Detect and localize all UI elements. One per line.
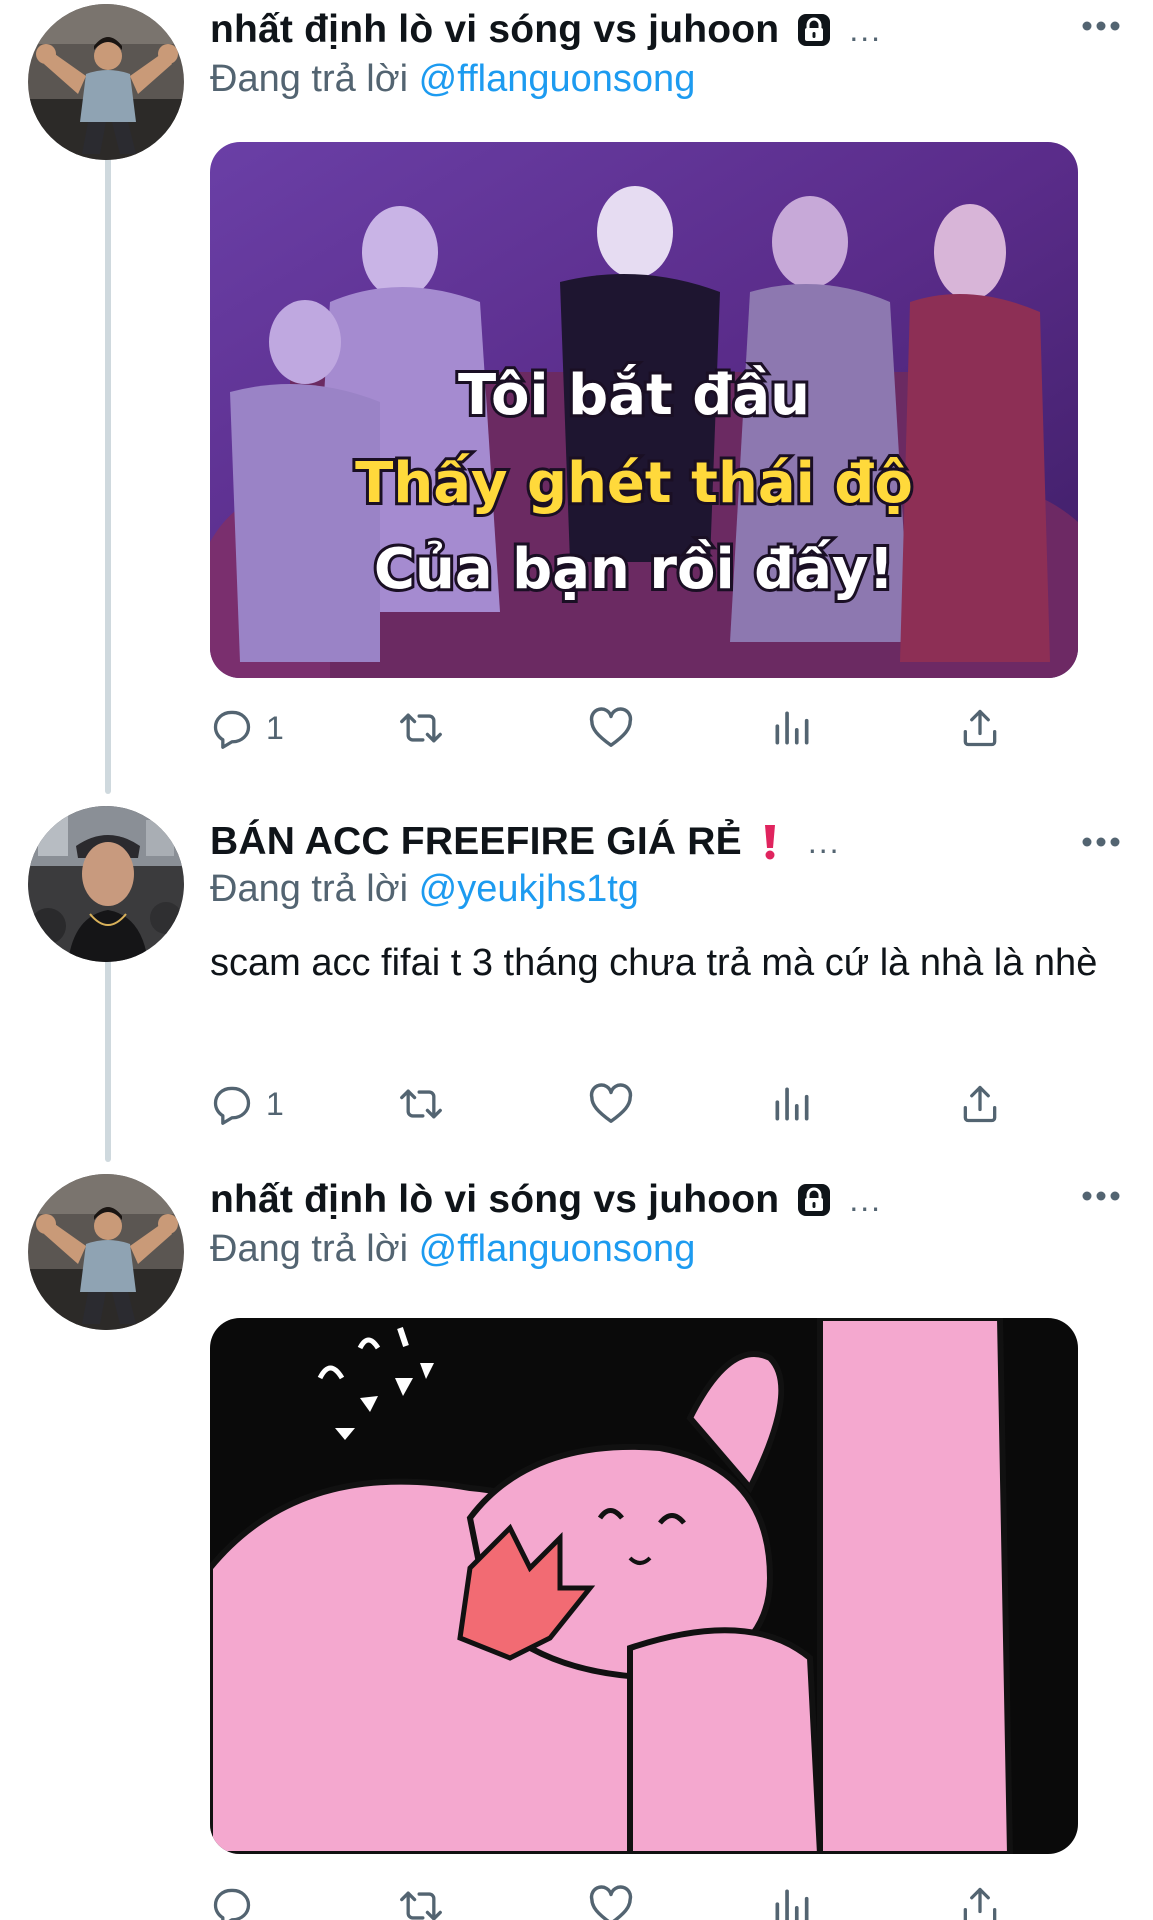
reply-context: Đang trả lời @yeukjhs1tg (210, 868, 639, 911)
reply-prefix: Đang trả lời (210, 868, 409, 910)
lock-icon (797, 13, 831, 47)
tweet-actions: 1 (210, 1074, 1030, 1134)
retweet-button[interactable] (396, 1074, 446, 1134)
media-caption-line-1: Tôi bắt đầu (458, 363, 810, 428)
reply-count: 1 (266, 1085, 284, 1122)
like-icon (588, 1082, 634, 1126)
more-icon[interactable] (1071, 1170, 1131, 1222)
media-caption-line-2: Thấy ghét thái độ (355, 451, 913, 516)
views-icon (770, 1884, 814, 1920)
share-icon (958, 1884, 1002, 1920)
share-button[interactable] (958, 1074, 1002, 1134)
reply-context: Đang trả lời @fflanguonsong (210, 1228, 695, 1271)
reply-prefix: Đang trả lời (210, 1228, 409, 1270)
share-icon (958, 706, 1002, 750)
like-button[interactable] (588, 1876, 634, 1920)
thread-line (105, 946, 111, 1162)
retweet-icon (396, 1082, 446, 1126)
like-icon (588, 1884, 634, 1920)
name-overflow: ... (807, 824, 841, 860)
reply-mention-link[interactable]: @fflanguonsong (419, 58, 696, 100)
reply-button[interactable] (210, 1876, 266, 1920)
like-icon (588, 706, 634, 750)
reply-prefix: Đang trả lời (210, 58, 409, 100)
display-name[interactable]: nhất định lò vi sóng vs juhoon (210, 1178, 779, 1222)
name-overflow: ... (849, 12, 882, 48)
thread-line (105, 134, 111, 794)
reply-icon (210, 1082, 254, 1126)
like-button[interactable] (588, 698, 634, 758)
reply-mention-link[interactable]: @yeukjhs1tg (419, 868, 639, 910)
reply-button[interactable]: 1 (210, 1074, 284, 1134)
exclamation-icon (760, 823, 780, 861)
media-caption-line-3: Của bạn rồi đấy! (374, 537, 894, 602)
retweet-button[interactable] (396, 698, 446, 758)
tweet-actions (210, 1876, 1030, 1920)
reply-icon (210, 706, 254, 750)
more-icon[interactable] (1071, 816, 1131, 868)
share-button[interactable] (958, 698, 1002, 758)
views-icon (770, 706, 814, 750)
retweet-icon (396, 1884, 446, 1920)
tweet-text: scam acc fifai t 3 tháng chưa trả mà cứ … (210, 942, 1098, 984)
views-button[interactable] (770, 1876, 814, 1920)
share-icon (958, 1082, 1002, 1126)
name-overflow: ... (849, 1182, 882, 1218)
views-icon (770, 1082, 814, 1126)
display-name[interactable]: nhất định lò vi sóng vs juhoon (210, 8, 779, 52)
reply-button[interactable]: 1 (210, 698, 284, 758)
like-button[interactable] (588, 1074, 634, 1134)
reply-context: Đang trả lời @fflanguonsong (210, 58, 695, 101)
tweet-actions: 1 (210, 698, 1030, 758)
reply-icon (210, 1884, 254, 1920)
tweet-media-image[interactable]: Tôi bắt đầu Thấy ghét thái độ Của bạn rồ… (210, 142, 1078, 678)
reply-mention-link[interactable]: @fflanguonsong (419, 1228, 696, 1270)
avatar[interactable] (28, 4, 184, 160)
views-button[interactable] (770, 698, 814, 758)
tweet-media-image[interactable] (210, 1318, 1078, 1854)
display-name[interactable]: BÁN ACC FREEFIRE GIÁ RẺ (210, 820, 742, 864)
avatar[interactable] (28, 1174, 184, 1330)
lock-icon (797, 1183, 831, 1217)
retweet-icon (396, 706, 446, 750)
avatar[interactable] (28, 806, 184, 962)
reply-count: 1 (266, 709, 284, 746)
views-button[interactable] (770, 1074, 814, 1134)
share-button[interactable] (958, 1876, 1002, 1920)
retweet-button[interactable] (396, 1876, 446, 1920)
more-icon[interactable] (1071, 0, 1131, 52)
